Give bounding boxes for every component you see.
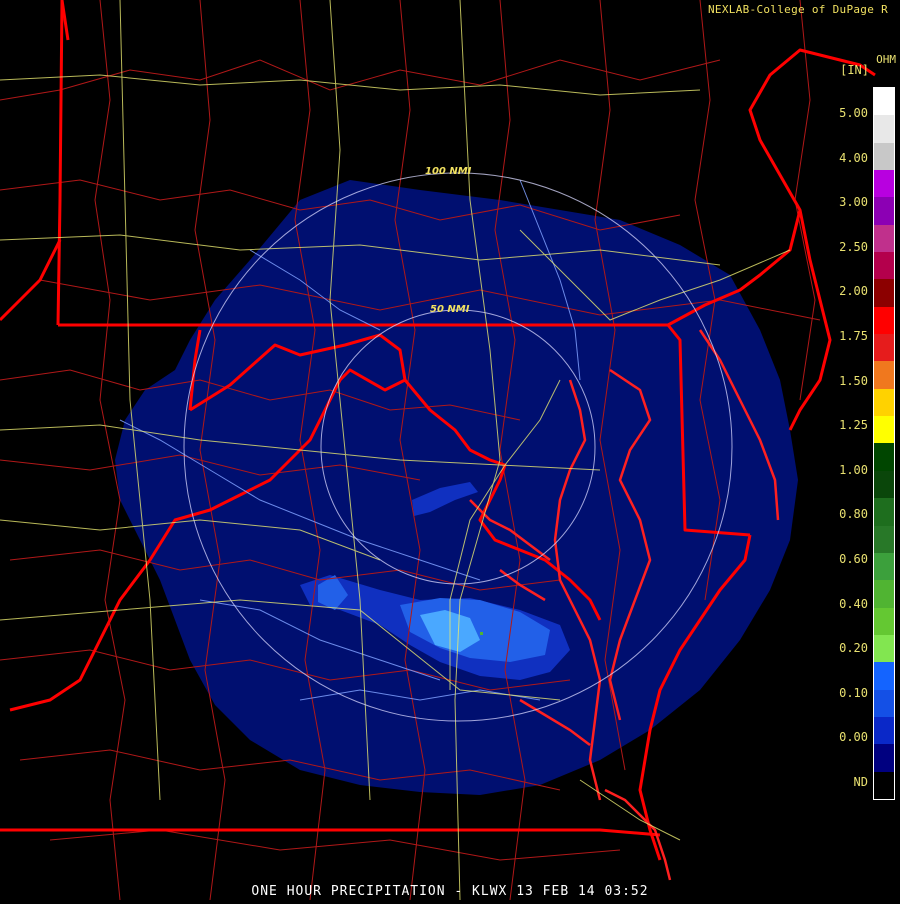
- legend-label: 2.00: [839, 284, 868, 299]
- legend-label: 1.50: [839, 373, 868, 388]
- legend-swatch: [874, 498, 894, 526]
- legend-swatch: [874, 334, 894, 362]
- legend-label: 1.75: [839, 329, 868, 343]
- map-svg: 50 NMI 100 NMI: [0, 0, 900, 901]
- legend-swatch: [874, 88, 894, 116]
- legend-label: 0.10: [839, 685, 868, 700]
- legend-label: 0.40: [839, 596, 868, 611]
- legend-swatch: [874, 252, 894, 280]
- legend-swatch: [874, 525, 894, 553]
- legend-swatch: [874, 470, 894, 499]
- legend-swatch: [874, 306, 894, 335]
- legend-label: 0.60: [839, 552, 868, 566]
- legend-swatch: [874, 361, 894, 389]
- legend-swatch: [874, 197, 894, 225]
- range-ring-label-outer: 100 NMI: [425, 166, 472, 177]
- legend-label: 0.20: [839, 641, 868, 656]
- radar-map[interactable]: 50 NMI 100 NMI: [0, 0, 900, 901]
- legend-swatch: [874, 142, 894, 171]
- legend-label: 1.00: [839, 462, 868, 477]
- legend-swatch: [874, 170, 894, 198]
- legend-units: [IN]: [840, 63, 869, 77]
- color-legend-bar: [873, 87, 895, 800]
- legend-swatch: [874, 279, 894, 307]
- legend-swatch: [874, 416, 894, 444]
- legend-label: 2.50: [839, 239, 868, 254]
- legend-swatch: [874, 634, 894, 663]
- legend-label: 5.00: [839, 106, 868, 120]
- legend-swatch: [874, 716, 894, 745]
- legend-swatch: [874, 744, 894, 772]
- legend-swatch: [874, 662, 894, 690]
- legend-label: 0.00: [839, 730, 868, 745]
- range-ring-label-inner: 50 NMI: [430, 304, 470, 315]
- product-title-footer: ONE HOUR PRECIPITATION - KLWX 13 FEB 14 …: [251, 884, 649, 899]
- legend-swatch: [874, 607, 894, 635]
- legend-label: ND: [853, 775, 868, 789]
- credit-text: NEXLAB-College of DuPage R: [708, 3, 888, 16]
- legend-swatch: [874, 224, 894, 253]
- legend-labels: 5.00 4.00 3.00 2.50 2.00 1.75 1.50 1.25 1.00 0.80…: [820, 87, 868, 800]
- legend-swatch: [874, 689, 894, 717]
- legend-label: 4.00: [839, 150, 868, 165]
- product-code: OHM: [876, 53, 896, 66]
- precip-max-cell: [480, 632, 483, 635]
- legend-label: 1.25: [839, 418, 868, 433]
- legend-swatch: [874, 552, 894, 581]
- legend-label: 3.00: [839, 195, 868, 210]
- legend-label: 0.80: [839, 507, 868, 522]
- legend-swatch: [874, 115, 894, 143]
- legend-swatch: [874, 771, 894, 799]
- legend-swatch: [874, 580, 894, 608]
- legend-swatch: [874, 388, 894, 417]
- legend-swatch: [874, 443, 894, 471]
